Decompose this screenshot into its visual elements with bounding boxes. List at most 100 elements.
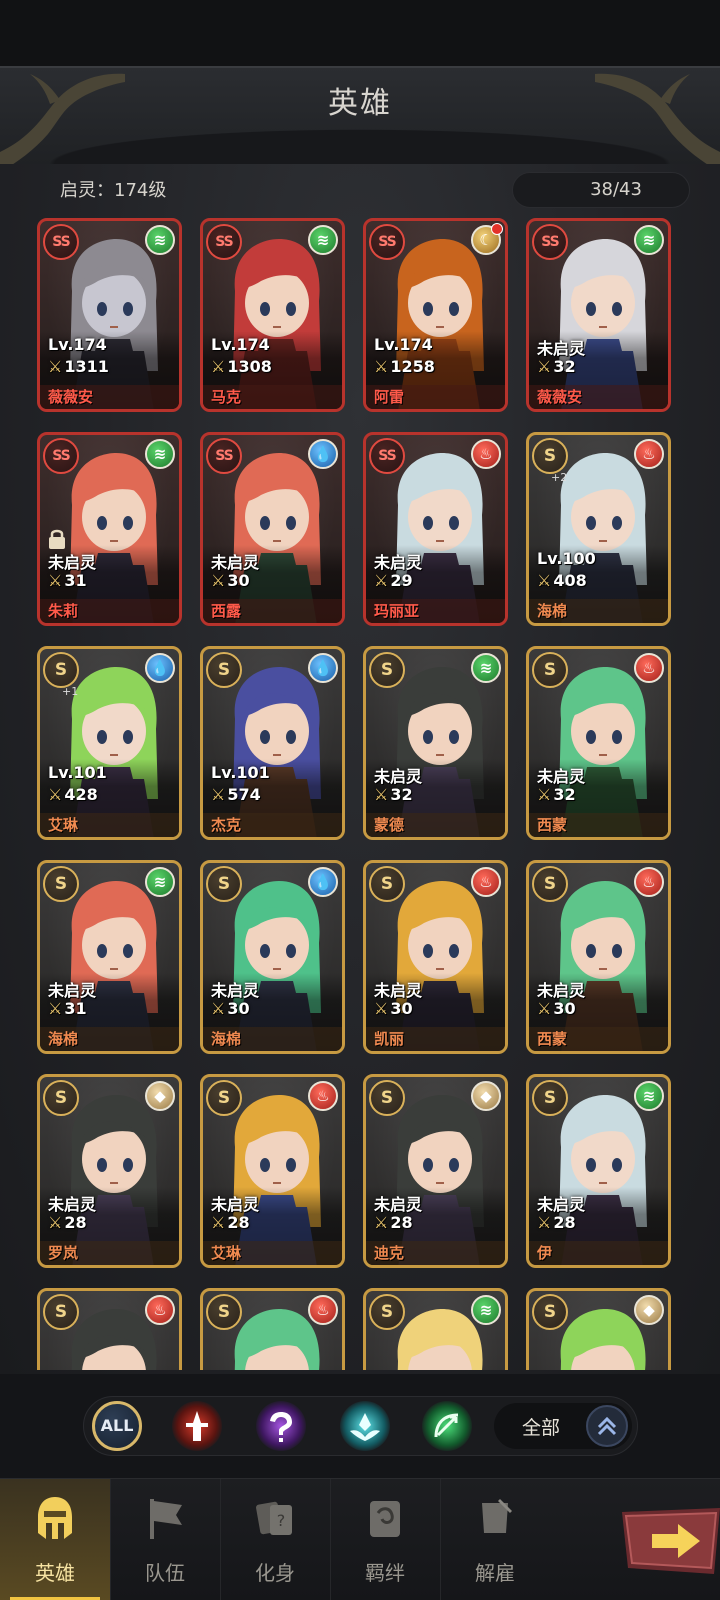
hero-power: ⚔ 428 bbox=[48, 785, 98, 804]
hero-name: 凯丽 bbox=[374, 1030, 405, 1048]
hero-card[interactable]: SS 💧 未启灵 ⚔ 30 西露 bbox=[200, 432, 345, 626]
svg-text:?: ? bbox=[277, 1511, 286, 1530]
filter-support-button[interactable] bbox=[340, 1401, 390, 1451]
hero-info: 未启灵 ⚔ 32 薇薇安 bbox=[529, 331, 668, 409]
hero-card[interactable]: S ♨ 未启灵 ⚔ 28 艾琳 bbox=[200, 1074, 345, 1268]
hero-card[interactable]: S +1 💧 Lv.101 ⚔ 428 艾琳 bbox=[37, 646, 182, 840]
hero-power: ⚔ 28 bbox=[48, 1213, 87, 1232]
crossed-swords-icon: ⚔ bbox=[374, 785, 389, 804]
filter-mystic-button[interactable] bbox=[256, 1401, 306, 1451]
hero-level: 未启灵 bbox=[537, 981, 586, 1000]
hero-level: 未启灵 bbox=[374, 981, 423, 1000]
wind-element-icon: ≋ bbox=[145, 439, 175, 469]
hero-card[interactable]: S ♨ 未启灵 ⚔ 30 凯丽 bbox=[363, 860, 508, 1054]
dismiss-icon bbox=[482, 1499, 512, 1533]
helmet-icon bbox=[38, 1497, 72, 1539]
hero-level: Lv.174 bbox=[374, 335, 433, 354]
crossed-swords-icon: ⚔ bbox=[211, 785, 226, 804]
hero-card[interactable]: S ◆ 未启灵 ⚔ 28 迪克 bbox=[363, 1074, 508, 1268]
ranger-class-icon bbox=[434, 1413, 459, 1438]
cards-icon: ? bbox=[256, 1501, 292, 1535]
hero-card[interactable]: S ≋ 未启灵 ⚔ 28 伊 bbox=[526, 1074, 671, 1268]
hero-power: ⚔ 28 bbox=[211, 1213, 250, 1232]
hero-power: ⚔ 30 bbox=[211, 999, 250, 1018]
nav-tab-team[interactable]: 队伍 bbox=[110, 1479, 220, 1600]
rank-badge: SS bbox=[532, 224, 568, 260]
hero-power-value: 28 bbox=[227, 1213, 250, 1232]
hero-card[interactable]: S ≋ bbox=[363, 1288, 508, 1370]
fire-element-icon: ♨ bbox=[471, 439, 501, 469]
hero-card[interactable]: S ♨ bbox=[200, 1288, 345, 1370]
hero-power: ⚔ 31 bbox=[48, 571, 87, 590]
fire-element-icon: ♨ bbox=[308, 1295, 338, 1325]
hero-card[interactable]: S ◆ bbox=[526, 1288, 671, 1370]
hero-card[interactable]: SS ≋ 未启灵 ⚔ 31 朱莉 bbox=[37, 432, 182, 626]
nav-tab-bonds[interactable]: 羁绊 bbox=[330, 1479, 440, 1600]
hero-level: 未启灵 bbox=[211, 981, 260, 1000]
fire-element-icon: ♨ bbox=[634, 439, 664, 469]
fire-element-icon: ♨ bbox=[634, 867, 664, 897]
filter-warrior-button[interactable] bbox=[172, 1401, 222, 1451]
fire-element-icon: ♨ bbox=[634, 653, 664, 683]
spirit-level-text: 启灵：174级 bbox=[60, 180, 167, 201]
hero-power: ⚔ 32 bbox=[537, 357, 576, 376]
page-title: 英雄 bbox=[328, 86, 392, 121]
hero-info: 未启灵 ⚔ 32 蒙德 bbox=[366, 759, 505, 837]
chevron-up-icon[interactable] bbox=[586, 1405, 628, 1447]
rank-badge: S bbox=[43, 866, 79, 902]
hero-card[interactable]: S ◆ 未启灵 ⚔ 28 罗岚 bbox=[37, 1074, 182, 1268]
rank-badge: S bbox=[43, 652, 79, 688]
crossed-swords-icon: ⚔ bbox=[537, 571, 552, 590]
hero-info: Lv.100 ⚔ 408 海棉 bbox=[529, 545, 668, 623]
hero-card[interactable]: S ≋ 未启灵 ⚔ 31 海棉 bbox=[37, 860, 182, 1054]
hero-info: Lv.174 ⚔ 1258 阿雷 bbox=[366, 331, 505, 409]
hero-info: Lv.101 ⚔ 574 杰克 bbox=[203, 759, 342, 837]
hero-level: 未启灵 bbox=[211, 553, 260, 572]
hero-card[interactable]: S ≋ 未启灵 ⚔ 32 蒙德 bbox=[363, 646, 508, 840]
awaken-plus-mark: +2 bbox=[551, 471, 568, 484]
nav-label: 解雇 bbox=[475, 1561, 515, 1585]
hero-card[interactable]: S ♨ bbox=[37, 1288, 182, 1370]
status-bar-area bbox=[0, 0, 720, 66]
nav-tab-dismiss[interactable]: 解雇 bbox=[440, 1479, 550, 1600]
hero-card[interactable]: S +2 ♨ Lv.100 ⚔ 408 海棉 bbox=[526, 432, 671, 626]
hero-name: 玛丽亚 bbox=[374, 602, 420, 620]
hero-power-value: 28 bbox=[390, 1213, 413, 1232]
wind-element-icon: ≋ bbox=[145, 225, 175, 255]
hero-info: 未启灵 ⚔ 32 西蒙 bbox=[529, 759, 668, 837]
nav-tab-heroes[interactable]: 英雄 bbox=[0, 1479, 110, 1600]
hero-card[interactable]: S 💧 Lv.101 ⚔ 574 杰克 bbox=[200, 646, 345, 840]
nav-label: 队伍 bbox=[145, 1561, 185, 1585]
hero-card[interactable]: SS ☾ Lv.174 ⚔ 1258 阿雷 bbox=[363, 218, 508, 412]
crossed-swords-icon: ⚔ bbox=[211, 999, 226, 1018]
awaken-plus-mark: +1 bbox=[62, 685, 79, 698]
hero-card[interactable]: SS ≋ Lv.174 ⚔ 1311 薇薇安 bbox=[37, 218, 182, 412]
hero-card[interactable]: S ♨ 未启灵 ⚔ 32 西蒙 bbox=[526, 646, 671, 840]
category-dropdown[interactable]: 全部 bbox=[494, 1403, 632, 1449]
wind-element-icon: ≋ bbox=[145, 867, 175, 897]
hero-card[interactable]: S ♨ 未启灵 ⚔ 30 西蒙 bbox=[526, 860, 671, 1054]
hero-card[interactable]: SS ♨ 未启灵 ⚔ 29 玛丽亚 bbox=[363, 432, 508, 626]
hero-info: Lv.101 ⚔ 428 艾琳 bbox=[40, 759, 179, 837]
hero-power-value: 30 bbox=[553, 999, 576, 1018]
rank-badge: SS bbox=[369, 224, 405, 260]
arrow-right-icon[interactable] bbox=[622, 1508, 720, 1574]
hero-power-value: 1308 bbox=[227, 357, 272, 376]
hero-name: 薇薇安 bbox=[537, 388, 583, 406]
rank-badge: S bbox=[206, 1294, 242, 1330]
nav-tab-avatar[interactable]: ? 化身 bbox=[220, 1479, 330, 1600]
hero-power: ⚔ 574 bbox=[211, 785, 261, 804]
rank-badge: S bbox=[369, 652, 405, 688]
hero-card[interactable]: S 💧 未启灵 ⚔ 30 海棉 bbox=[200, 860, 345, 1054]
hero-card[interactable]: SS ≋ Lv.174 ⚔ 1308 马克 bbox=[200, 218, 345, 412]
crossed-swords-icon: ⚔ bbox=[48, 1213, 63, 1232]
hero-name: 海棉 bbox=[48, 1030, 79, 1048]
category-dropdown-label: 全部 bbox=[522, 1417, 561, 1439]
hero-grid-viewport[interactable]: SS ≋ Lv.174 ⚔ 1311 薇薇安 SS ≋ Lv.174 ⚔ 1308 马克 SS ☾ Lv.1… bbox=[0, 212, 720, 1370]
filter-ranger-button[interactable] bbox=[422, 1401, 472, 1451]
hero-power-value: 28 bbox=[64, 1213, 87, 1232]
hero-power-value: 1258 bbox=[390, 357, 435, 376]
hero-card[interactable]: SS ≋ 未启灵 ⚔ 32 薇薇安 bbox=[526, 218, 671, 412]
rank-badge: S bbox=[206, 652, 242, 688]
filter-all-button[interactable]: ALL bbox=[92, 1401, 142, 1451]
